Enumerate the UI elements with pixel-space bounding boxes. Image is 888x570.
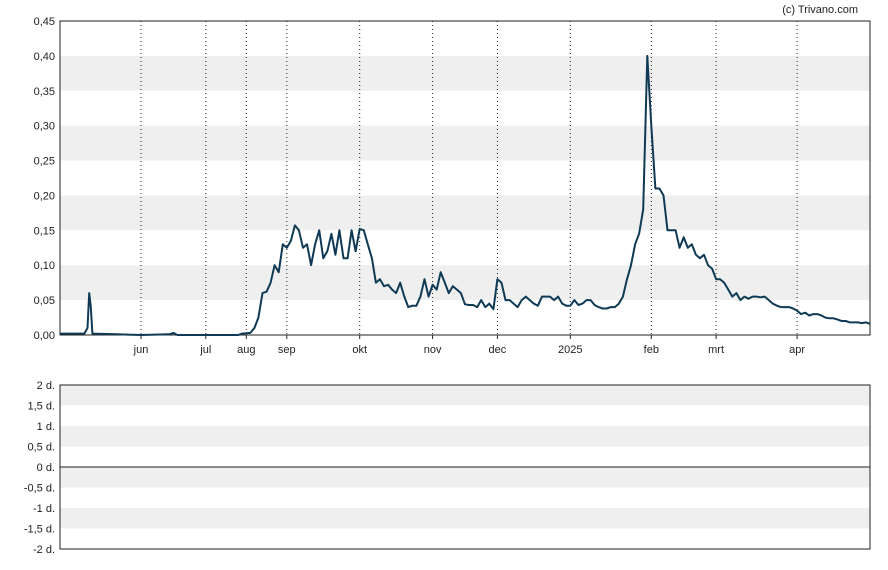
band [60,195,870,231]
y-tick-label: 0,45 [34,16,55,28]
x-tick-label: jul [199,344,211,356]
x-tick-label: sep [278,344,296,356]
y-tick-label: 0,30 [34,121,55,133]
x-tick-label: feb [644,344,659,356]
band [60,125,870,161]
lower-chart: 2 d. 1,5 d. 1 d. 0,5 d. 0 d. -0,5 d. -1 d. -1,5… [24,380,871,556]
y-tick-label: 1 d. [37,421,55,433]
y-tick-label: -2 d. [33,544,55,556]
y-tick-label: 0,05 [34,295,55,307]
chart-canvas: (c) Trivano.com jun jul aug sep okt nov dec 202… [24,4,871,556]
y-tick-label: 0,25 [34,156,55,168]
x-tick-label: apr [789,344,805,356]
x-tick-label: okt [352,344,367,356]
price-chart: jun jul aug sep okt nov dec 2025 feb mrt apr 0,00 0,… [34,16,871,356]
x-tick-label: mrt [708,344,724,356]
band [60,265,870,301]
chart-stage: (c) Trivano.com jun jul aug sep okt nov dec 202… [0,0,888,565]
y-tick-label: -1,5 d. [24,524,55,536]
band [60,467,870,488]
y-tick-label: 0,5 d. [27,442,55,454]
x-tick-label: 2025 [558,344,582,356]
band [60,508,870,529]
y-tick-label: 0,35 [34,86,55,98]
y-tick-label: 2 d. [37,380,55,392]
y-tick-label: 0,15 [34,225,55,237]
y-tick-label: 0,40 [34,51,55,63]
y-tick-label: 0,10 [34,260,55,272]
x-tick-label: dec [489,344,507,356]
band [60,385,870,406]
y-tick-label: -0,5 d. [24,483,55,495]
x-tick-label: nov [424,344,442,356]
y-tick-label: 0 d. [37,462,55,474]
y-tick-label: 1,5 d. [27,401,55,413]
x-tick-label: aug [237,344,255,356]
band [60,55,870,91]
y-tick-label: 0,20 [34,190,55,202]
copyright-label: (c) Trivano.com [782,4,858,16]
x-tick-label: jun [133,344,149,356]
y-tick-label: 0,00 [34,330,55,342]
band [60,426,870,447]
y-tick-label: -1 d. [33,503,55,515]
